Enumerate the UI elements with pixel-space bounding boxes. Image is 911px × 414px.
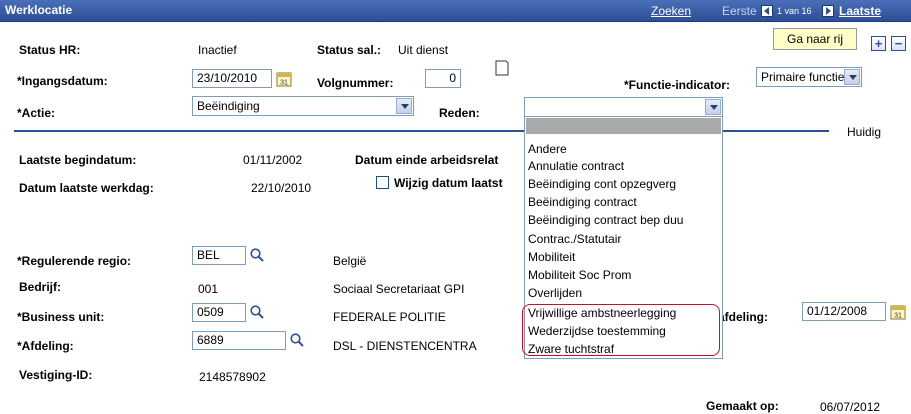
status-sal-value: Uit dienst <box>398 43 449 57</box>
chevron-down-icon[interactable] <box>396 98 412 114</box>
add-row-plus-icon[interactable]: + <box>871 36 886 51</box>
svg-text:31: 31 <box>894 313 902 320</box>
ingangsdatum-label: *Ingangsdatum: <box>17 74 108 88</box>
status-hr-label: Status HR: <box>19 43 81 57</box>
section-title: Werklocatie <box>5 3 73 17</box>
search-icon[interactable] <box>249 247 265 263</box>
datum-laatste-werkdag-label: Datum laatste werkdag: <box>19 181 154 195</box>
dropdown-option[interactable]: Beëindiging contract bep duu <box>528 213 683 227</box>
functie-indicator-select[interactable]: Primaire functie <box>756 67 862 87</box>
ingangsdatum-input[interactable]: 23/10/2010 <box>192 69 272 88</box>
dropdown-option[interactable]: Contrac./Statutair <box>528 232 621 246</box>
gemaakt-op-value: 06/07/2012 <box>820 400 881 414</box>
dropdown-option[interactable]: Annulatie contract <box>528 159 624 173</box>
dropdown-option[interactable]: Mobiliteit Soc Prom <box>528 268 631 282</box>
bedrijf-desc: Sociaal Secretariaat GPI <box>333 282 465 296</box>
bedrijf-label: Bedrijf: <box>19 280 61 294</box>
laatste-begindatum-label: Laatste begindatum: <box>19 153 137 167</box>
highlight-annotation-box <box>522 304 720 356</box>
volgnummer-input[interactable]: 0 <box>425 69 461 88</box>
dropdown-option[interactable]: Overlijden <box>528 286 582 300</box>
business-unit-desc: FEDERALE POLITIE <box>333 310 446 324</box>
actie-label: *Actie: <box>17 106 56 120</box>
dropdown-selected-blank[interactable] <box>526 118 721 134</box>
first-link[interactable]: Eerste <box>722 4 757 18</box>
row-position-text: 1 van 16 <box>777 6 812 16</box>
chevron-down-icon[interactable] <box>844 69 860 85</box>
svg-text:31: 31 <box>280 80 288 87</box>
previous-arrow-icon[interactable] <box>761 5 773 17</box>
afdeling-date-input[interactable]: 01/12/2008 <box>802 302 886 321</box>
delete-row-minus-icon[interactable]: − <box>891 36 906 51</box>
section-header-bar: Werklocatie Zoeken Eerste 1 van 16 Laats… <box>0 0 911 22</box>
datum-einde-label: Datum einde arbeidsrelat <box>355 153 499 167</box>
vestiging-value: 2148578902 <box>199 370 266 384</box>
search-link[interactable]: Zoeken <box>651 4 691 18</box>
bedrijf-value: 001 <box>198 282 219 296</box>
actie-value: Beëindiging <box>197 99 260 113</box>
chevron-down-icon[interactable] <box>705 99 721 115</box>
search-icon[interactable] <box>289 332 305 348</box>
regulerende-regio-desc: België <box>333 254 367 268</box>
vestiging-label: Vestiging-ID: <box>19 368 93 382</box>
huidig-label: Huidig <box>847 125 882 139</box>
business-unit-input[interactable]: 0509 <box>192 303 246 322</box>
note-icon[interactable] <box>494 60 510 76</box>
wijzig-datum-checkbox[interactable] <box>376 176 389 189</box>
afdeling-desc: DSL - DIENSTENCENTRA <box>333 339 477 353</box>
business-unit-label: *Business unit: <box>17 310 105 324</box>
gemaakt-op-label: Gemaakt op: <box>706 399 779 413</box>
dropdown-option[interactable]: Andere <box>528 142 567 156</box>
functie-indicator-label: *Functie-indicator: <box>624 78 731 92</box>
status-hr-value: Inactief <box>198 43 237 57</box>
afdeling-date-label: afdeling: <box>718 310 768 324</box>
calendar-icon[interactable]: 31 <box>890 304 906 320</box>
status-sal-label: Status sal.: <box>317 43 382 57</box>
next-arrow-icon[interactable] <box>822 5 834 17</box>
datum-laatste-werkdag-value: 22/10/2010 <box>251 181 312 195</box>
afdeling-label: *Afdeling: <box>17 339 74 353</box>
wijzig-datum-label: Wijzig datum laatst <box>394 176 503 190</box>
regulerende-regio-input[interactable]: BEL <box>192 246 246 265</box>
laatste-begindatum-value: 01/11/2002 <box>243 153 303 167</box>
regulerende-regio-label: *Regulerende regio: <box>17 254 132 268</box>
dropdown-option[interactable]: Beëindiging cont opzegverg <box>528 177 676 191</box>
last-link[interactable]: Laatste <box>839 4 881 18</box>
reden-select[interactable] <box>524 97 723 117</box>
actie-select[interactable]: Beëindiging <box>192 96 414 116</box>
reden-label: Reden: <box>439 106 480 120</box>
dropdown-option[interactable]: Beëindiging contract <box>528 195 637 209</box>
functie-indicator-value: Primaire functie <box>761 70 845 84</box>
search-icon[interactable] <box>249 304 265 320</box>
volgnummer-label: Volgnummer: <box>317 76 394 90</box>
afdeling-input[interactable]: 6889 <box>192 331 286 350</box>
calendar-icon[interactable]: 31 <box>276 71 292 87</box>
dropdown-option[interactable]: Mobiliteit <box>528 250 575 264</box>
go-to-row-button[interactable]: Ga naar rij <box>773 28 857 50</box>
